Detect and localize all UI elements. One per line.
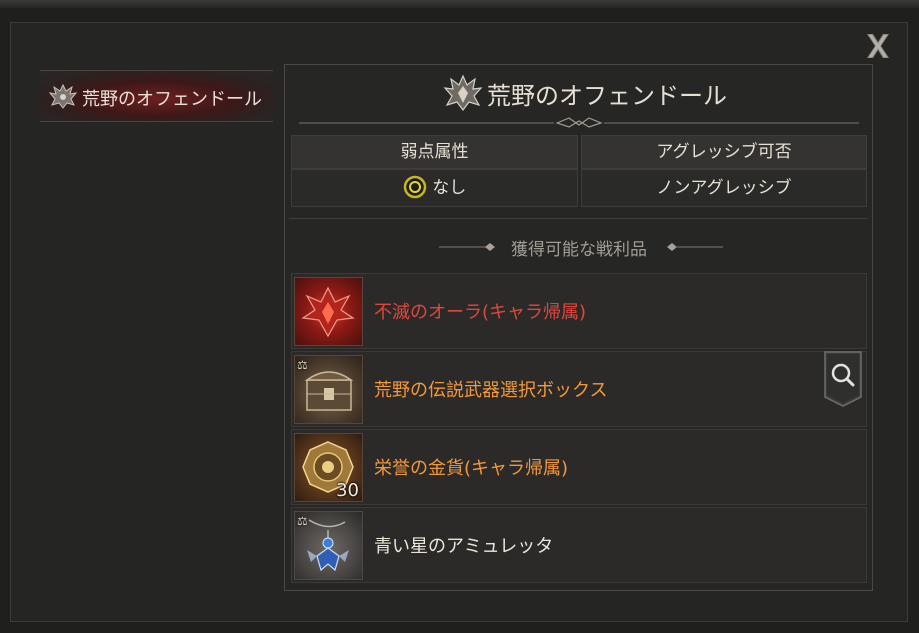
boss-crest-icon xyxy=(48,83,78,109)
item-quantity: 30 xyxy=(336,480,359,501)
section-divider xyxy=(289,218,868,219)
loot-item-name: 青い星のアミュレッタ xyxy=(374,536,554,557)
loot-header-label: 獲得可能な戦利品 xyxy=(511,240,647,260)
treasure-chest-icon: ⚖ xyxy=(294,355,363,424)
loot-item-gold-coin[interactable]: 30 栄誉の金貨(キャラ帰属) xyxy=(291,429,867,505)
gold-coin-icon: 30 xyxy=(294,433,363,502)
loot-item-name: 栄誉の金貨(キャラ帰属) xyxy=(374,458,569,479)
page-title: 荒野のオフェンドール xyxy=(487,82,727,110)
info-table: 弱点属性 アグレッシブ可否 なし ノンアグレッシブ xyxy=(291,135,867,207)
bound-icon: ⚖ xyxy=(297,514,308,528)
loot-item-name: 不滅のオーラ(キャラ帰属) xyxy=(374,302,587,323)
weakness-value-cell: なし xyxy=(291,169,578,207)
red-aura-icon xyxy=(294,277,363,346)
search-icon xyxy=(824,351,862,407)
close-button[interactable] xyxy=(862,30,894,62)
sidebar-item-offendor[interactable]: 荒野のオフェンドール xyxy=(40,70,273,122)
ring-target-icon xyxy=(403,175,427,199)
close-icon xyxy=(867,34,889,58)
boss-crest-icon xyxy=(443,74,483,111)
blue-amulet-icon: ⚖ xyxy=(294,511,363,580)
loot-section-header: 獲得可能な戦利品 xyxy=(285,235,872,260)
loot-item-aura[interactable]: 不滅のオーラ(キャラ帰属) xyxy=(291,273,867,349)
loot-item-name: 荒野の伝説武器選択ボックス xyxy=(374,380,608,401)
aggressive-value: ノンアグレッシブ xyxy=(581,169,867,207)
sidebar-item-label: 荒野のオフェンドール xyxy=(82,89,262,110)
header-ornament-right xyxy=(667,243,723,251)
detail-panel: 荒野のオフェンドール 弱点属性 アグレッシブ可否 なし ノンアグレッシブ 獲得可… xyxy=(284,64,873,591)
loot-item-weapon-box[interactable]: ⚖ 荒野の伝説武器選択ボックス xyxy=(291,351,867,427)
bound-icon: ⚖ xyxy=(297,358,308,372)
inspect-search-button[interactable] xyxy=(823,351,863,407)
title-divider xyxy=(299,117,859,128)
panel-header: 荒野のオフェンドール xyxy=(285,65,872,128)
weakness-header: 弱点属性 xyxy=(291,135,578,169)
header-ornament-left xyxy=(439,243,495,251)
loot-item-amulet[interactable]: ⚖ 青い星のアミュレッタ xyxy=(291,507,867,583)
weakness-value: なし xyxy=(432,178,467,198)
top-frame-band xyxy=(0,0,919,8)
aggressive-header: アグレッシブ可否 xyxy=(581,135,867,169)
